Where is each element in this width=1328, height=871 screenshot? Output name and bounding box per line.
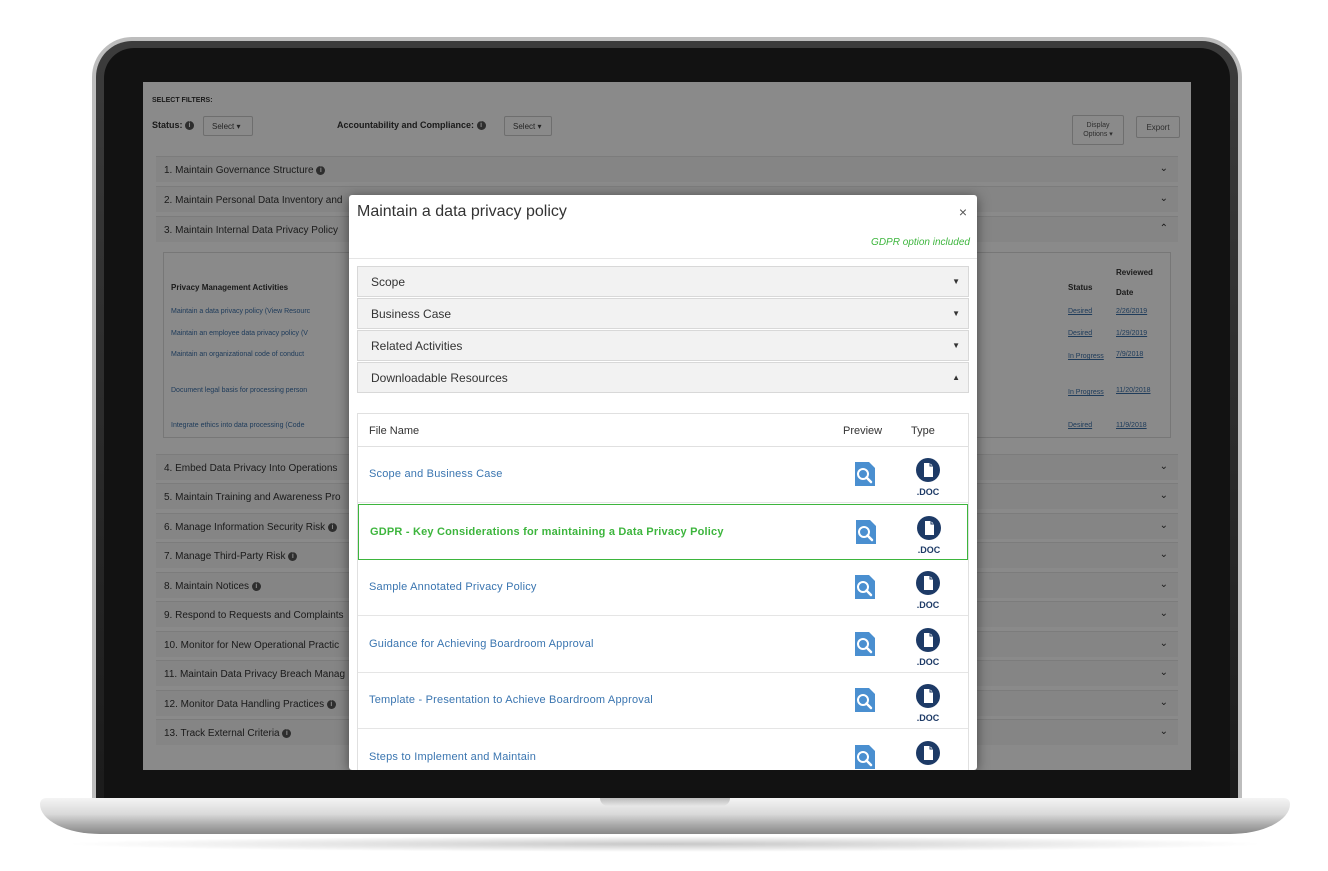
file-name-link[interactable]: Scope and Business Case — [369, 468, 503, 480]
file-row[interactable]: Steps to Implement and Maintain .DOC — [358, 730, 968, 771]
caret-down-icon: ▼ — [952, 309, 960, 318]
section-label: Business Case — [371, 307, 452, 321]
preview-icon[interactable] — [854, 519, 878, 545]
preview-icon[interactable] — [853, 687, 877, 713]
file-row[interactable]: Scope and Business Case .DOC — [358, 447, 968, 503]
caret-down-icon: ▼ — [952, 277, 960, 286]
doc-file-icon[interactable]: .DOC — [915, 683, 941, 723]
column-header-preview: Preview — [843, 425, 883, 437]
preview-icon[interactable] — [853, 744, 877, 770]
doc-file-icon[interactable]: .DOC — [915, 627, 941, 666]
section-scope[interactable]: Scope ▼ — [357, 266, 969, 297]
column-header-file-name: File Name — [369, 425, 420, 437]
doc-type-label: .DOC — [916, 600, 940, 610]
doc-file-icon[interactable]: .DOC — [915, 457, 941, 497]
file-name-link[interactable]: GDPR - Key Considerations for maintainin… — [370, 526, 724, 538]
preview-icon[interactable] — [853, 631, 877, 657]
screen: SELECT FILTERS: Status: i Select ▾ Accou… — [143, 82, 1191, 770]
resource-modal: Maintain a data privacy policy × GDPR op… — [349, 195, 977, 770]
caret-up-icon: ▲ — [952, 373, 960, 382]
file-name-link[interactable]: Template - Presentation to Achieve Board… — [369, 694, 653, 706]
column-header-type: Type — [911, 425, 935, 437]
file-row[interactable]: Guidance for Achieving Boardroom Approva… — [358, 617, 968, 673]
close-button[interactable]: × — [959, 204, 967, 220]
files-table: File Name Preview Type Scope and Busines… — [357, 413, 969, 770]
doc-type-label: .DOC — [916, 487, 940, 497]
preview-icon[interactable] — [853, 461, 877, 487]
laptop-shadow — [60, 836, 1270, 852]
section-label: Downloadable Resources — [371, 371, 508, 385]
modal-title: Maintain a data privacy policy — [357, 203, 567, 220]
preview-icon[interactable] — [853, 574, 877, 600]
divider — [349, 258, 977, 259]
doc-type-label: .DOC — [916, 656, 940, 667]
doc-file-icon[interactable]: .DOC — [915, 570, 941, 610]
file-name-link[interactable]: Sample Annotated Privacy Policy — [369, 581, 537, 593]
files-table-header: File Name Preview Type — [358, 414, 968, 447]
file-row[interactable]: Template - Presentation to Achieve Board… — [358, 673, 968, 729]
section-downloadable-resources[interactable]: Downloadable Resources ▲ — [357, 362, 969, 393]
laptop-notch — [600, 798, 730, 806]
file-name-link[interactable]: Steps to Implement and Maintain — [369, 751, 536, 763]
section-label: Related Activities — [371, 339, 463, 353]
doc-type-label: .DOC — [917, 544, 941, 555]
section-label: Scope — [371, 275, 406, 289]
caret-down-icon: ▼ — [952, 341, 960, 350]
doc-file-icon[interactable]: .DOC — [915, 740, 941, 771]
gdpr-note: GDPR option included — [871, 237, 970, 248]
section-business-case[interactable]: Business Case ▼ — [357, 298, 969, 329]
file-row[interactable]: Sample Annotated Privacy Policy .DOC — [358, 560, 968, 616]
file-name-link[interactable]: Guidance for Achieving Boardroom Approva… — [369, 638, 594, 650]
doc-file-icon[interactable]: .DOC — [916, 515, 942, 554]
doc-type-label: .DOC — [916, 713, 940, 723]
file-row[interactable]: GDPR - Key Considerations for maintainin… — [358, 503, 968, 560]
section-related-activities[interactable]: Related Activities ▼ — [357, 330, 969, 361]
